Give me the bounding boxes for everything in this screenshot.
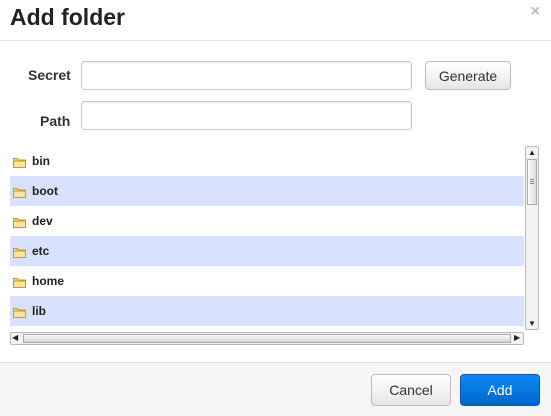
folder-icon: [13, 245, 26, 258]
scroll-left-arrow-icon[interactable]: ◀: [12, 334, 18, 342]
folder-name: etc: [32, 244, 50, 258]
folder-row[interactable]: home: [10, 266, 524, 296]
folder-icon: [13, 305, 26, 318]
folder-name: dev: [32, 214, 53, 228]
close-icon[interactable]: ×: [531, 4, 540, 20]
dialog-title: Add folder: [10, 4, 125, 30]
folder-row[interactable]: lib: [10, 296, 524, 326]
grip-line: [530, 183, 534, 184]
path-input[interactable]: [81, 101, 412, 130]
folder-name: boot: [32, 184, 58, 198]
vertical-scroll-thumb[interactable]: [527, 159, 537, 205]
grip-line: [530, 181, 534, 182]
generate-button[interactable]: Generate: [425, 61, 511, 90]
folder-row[interactable]: bin: [10, 146, 524, 176]
path-label: Path: [40, 113, 71, 129]
folder-row[interactable]: etc: [10, 236, 524, 266]
folder-icon: [13, 215, 26, 228]
folder-row[interactable]: boot: [10, 176, 524, 206]
folder-row[interactable]: dev: [10, 206, 524, 236]
dialog-header: Add folder ×: [0, 0, 551, 41]
scroll-right-arrow-icon[interactable]: ▶: [514, 334, 520, 342]
folder-name: lib: [32, 304, 46, 318]
folder-tree: bin boot dev etc home lib ▲ ▼ ◀ ▶: [10, 146, 540, 346]
secret-label: Secret: [28, 67, 71, 83]
scroll-down-arrow-icon[interactable]: ▼: [528, 320, 536, 328]
cancel-button[interactable]: Cancel: [371, 374, 451, 406]
folder-icon: [13, 185, 26, 198]
horizontal-scroll-thumb[interactable]: [23, 334, 511, 343]
folder-name: bin: [32, 154, 50, 168]
folder-name: home: [32, 274, 65, 288]
vertical-scrollbar[interactable]: ▲ ▼: [525, 146, 539, 330]
folder-icon: [13, 155, 26, 168]
folder-icon: [13, 275, 26, 288]
add-button[interactable]: Add: [460, 374, 540, 406]
grip-line: [530, 179, 534, 180]
add-folder-dialog: Add folder × Secret Generate Path bin boo…: [0, 0, 551, 416]
horizontal-scrollbar[interactable]: ◀ ▶: [10, 332, 524, 345]
secret-input[interactable]: [81, 61, 412, 90]
scroll-up-arrow-icon[interactable]: ▲: [528, 149, 536, 157]
folder-list: bin boot dev etc home lib: [10, 146, 524, 330]
